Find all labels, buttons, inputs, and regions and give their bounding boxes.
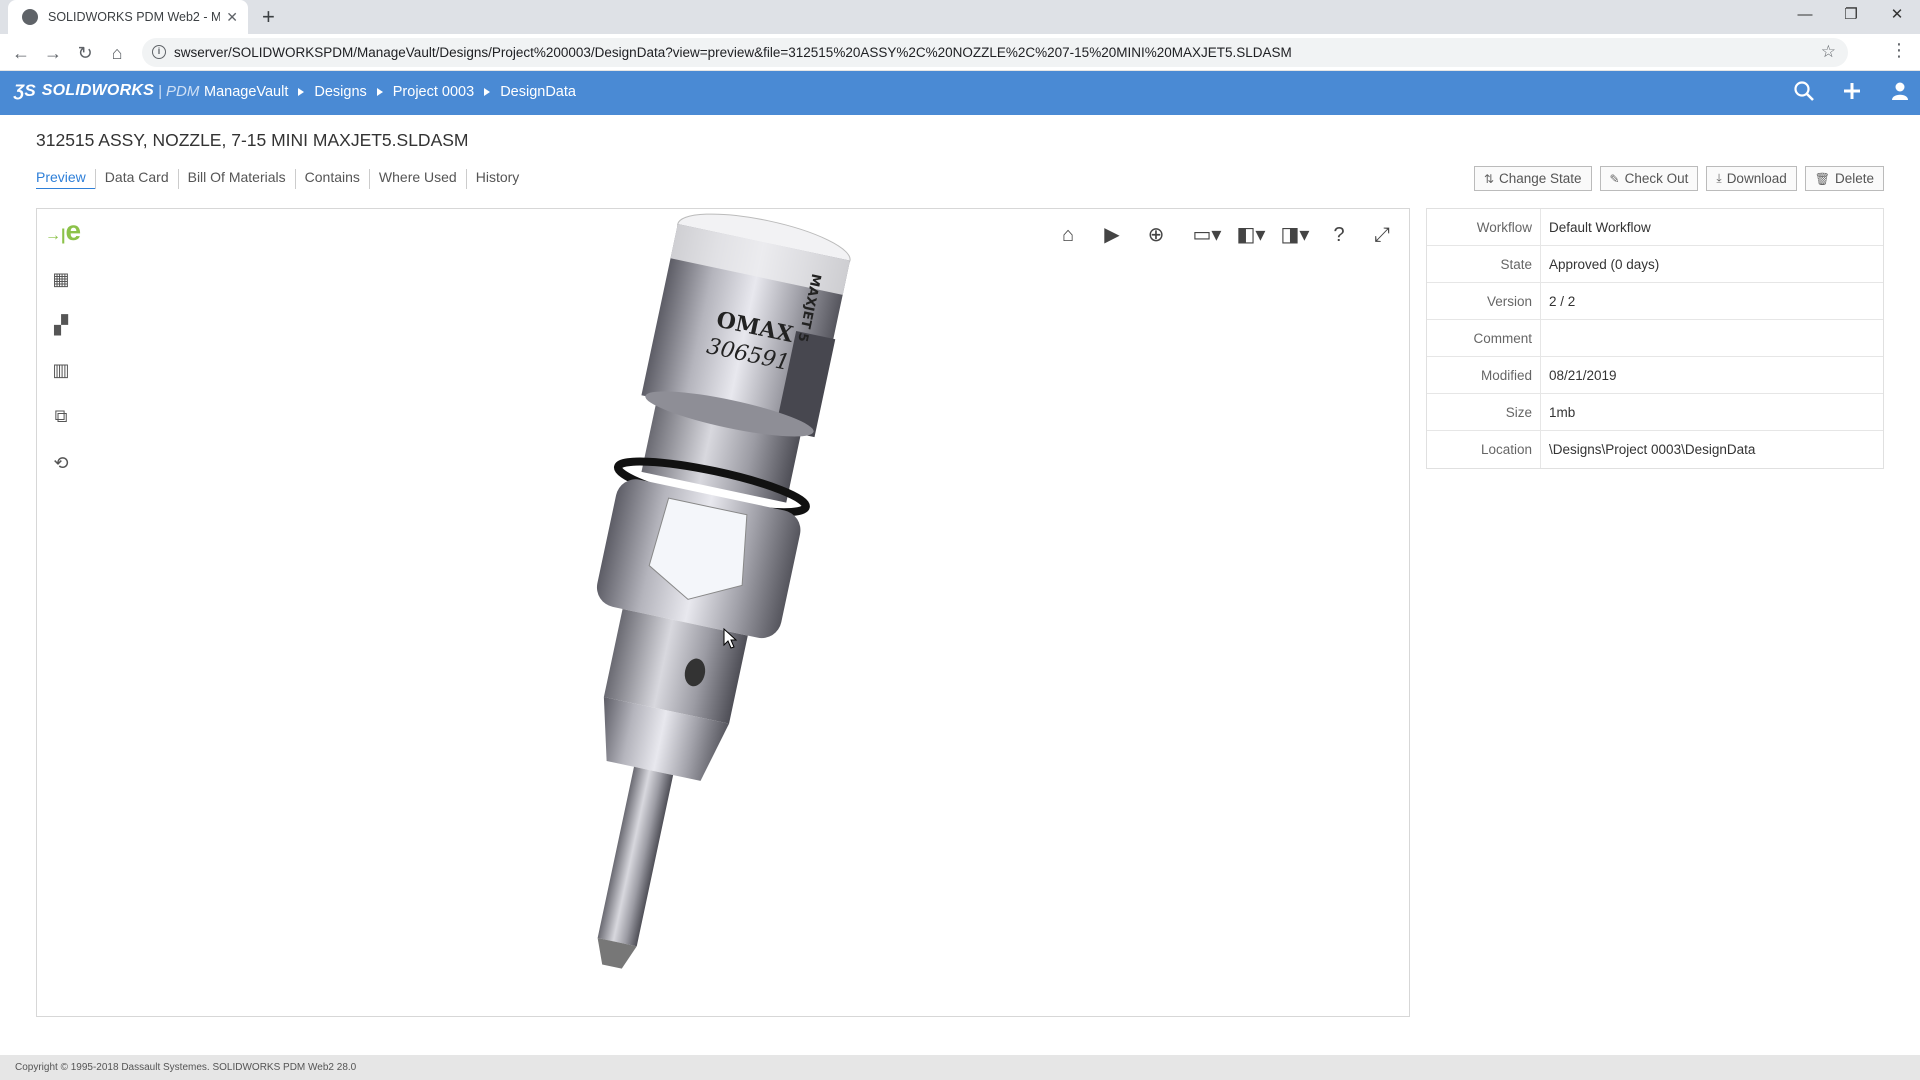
browser-tabstrip: SOLIDWORKS PDM Web2 - Man ✕ + — ❐ ✕ bbox=[0, 0, 1920, 34]
breadcrumb-item[interactable]: Designs bbox=[314, 84, 366, 100]
brand-suffix: | PDM bbox=[157, 82, 200, 100]
property-value: Approved (0 days) bbox=[1549, 257, 1660, 272]
property-row-state: State Approved (0 days) bbox=[1427, 246, 1883, 283]
minimize-icon[interactable]: — bbox=[1782, 0, 1828, 30]
view-tabs: Preview Data Card Bill Of Materials Cont… bbox=[36, 169, 528, 189]
user-icon[interactable] bbox=[1886, 80, 1914, 108]
bookmark-star-icon[interactable]: ☆ bbox=[1821, 42, 1836, 62]
copyright-text: Copyright © 1995-2018 Dassault Systemes.… bbox=[15, 1062, 357, 1073]
favicon-icon bbox=[22, 9, 38, 25]
property-key: Size bbox=[1427, 394, 1541, 430]
page-title: 312515 ASSY, NOZZLE, 7-15 MINI MAXJET5.S… bbox=[36, 130, 469, 150]
breadcrumb-separator-icon bbox=[484, 88, 491, 96]
download-button[interactable]: ⤓ Download bbox=[1706, 166, 1797, 191]
property-key: Location bbox=[1427, 431, 1541, 468]
home-icon[interactable]: ⌂ bbox=[104, 40, 130, 66]
download-label: Download bbox=[1726, 171, 1787, 186]
property-value bbox=[1541, 320, 1549, 356]
forward-icon[interactable]: → bbox=[40, 40, 66, 66]
address-bar[interactable]: i swserver/SOLIDWORKSPDM/ManageVault/Des… bbox=[142, 38, 1848, 67]
workflow-icon: ⇅ bbox=[1483, 171, 1494, 186]
property-key: Version bbox=[1427, 283, 1541, 319]
property-row-modified: Modified 08/21/2019 bbox=[1427, 357, 1883, 394]
property-row-location: Location \Designs\Project 0003\DesignDat… bbox=[1427, 431, 1883, 468]
property-key: State bbox=[1427, 246, 1541, 282]
browser-tab-title: SOLIDWORKS PDM Web2 - Man bbox=[48, 10, 221, 24]
property-row-comment: Comment bbox=[1427, 320, 1883, 357]
trash-icon: 🗑 bbox=[1814, 171, 1830, 186]
property-value: 1mb bbox=[1549, 405, 1576, 420]
delete-button[interactable]: 🗑 Delete bbox=[1804, 166, 1884, 191]
browser-tab[interactable]: SOLIDWORKS PDM Web2 - Man ✕ bbox=[8, 0, 248, 34]
url-text[interactable]: swserver/SOLIDWORKSPDM/ManageVault/Desig… bbox=[174, 45, 1292, 60]
breadcrumb: ManageVault Designs Project 0003 DesignD… bbox=[204, 84, 576, 100]
change-state-label: Change State bbox=[1498, 171, 1582, 186]
breadcrumb-separator-icon bbox=[298, 88, 305, 96]
tab-history[interactable]: History bbox=[465, 169, 529, 189]
check-out-icon: ✎ bbox=[1609, 171, 1620, 186]
delete-label: Delete bbox=[1834, 171, 1874, 186]
tab-preview[interactable]: Preview bbox=[36, 169, 95, 189]
back-icon[interactable]: ← bbox=[8, 40, 34, 66]
change-state-button[interactable]: ⇅ Change State bbox=[1473, 166, 1592, 191]
property-key: Workflow bbox=[1427, 209, 1541, 245]
property-value: \Designs\Project 0003\DesignData bbox=[1549, 442, 1756, 457]
action-toolbar: ⇅ Change State ✎ Check Out ⤓ Download 🗑 … bbox=[1473, 166, 1884, 191]
restore-icon[interactable]: ❐ bbox=[1828, 0, 1874, 30]
browser-toolbar: ← → ↻ ⌂ i swserver/SOLIDWORKSPDM/ManageV… bbox=[0, 34, 1920, 71]
brand-name: SOLIDWORKS bbox=[41, 82, 154, 99]
breadcrumb-separator-icon bbox=[376, 88, 383, 96]
solidworks-logo[interactable]: ƷS SOLIDWORKS | PDM bbox=[14, 81, 199, 101]
breadcrumb-item[interactable]: ManageVault bbox=[204, 84, 288, 100]
property-row-version: Version 2 / 2 bbox=[1427, 283, 1883, 320]
window-close-icon[interactable]: ✕ bbox=[1874, 0, 1920, 30]
browser-menu-icon[interactable]: ⋮ bbox=[1890, 40, 1908, 61]
close-icon[interactable]: ✕ bbox=[226, 9, 238, 26]
tab-contains[interactable]: Contains bbox=[294, 169, 369, 189]
property-key: Modified bbox=[1427, 357, 1541, 393]
property-value: Default Workflow bbox=[1549, 220, 1651, 235]
property-value: 08/21/2019 bbox=[1549, 368, 1617, 383]
reload-icon[interactable]: ↻ bbox=[72, 40, 98, 66]
model-3d-preview[interactable]: OMAX 306591 MAXJET 5 bbox=[37, 209, 1409, 1016]
check-out-label: Check Out bbox=[1624, 171, 1689, 186]
ds-logo-icon: ƷS bbox=[14, 81, 36, 100]
new-tab-icon[interactable]: + bbox=[262, 4, 275, 30]
property-value: 2 / 2 bbox=[1549, 294, 1576, 309]
search-icon[interactable] bbox=[1790, 80, 1818, 108]
preview-viewer[interactable]: →|e ▦ ▞ ▥ ⧉ ⟲ ⌂ ▶ ⊕ ▭▾ ◧▾ ◨▾ ? ⤢ OMAX 30… bbox=[36, 208, 1410, 1017]
add-icon[interactable] bbox=[1838, 80, 1866, 108]
tab-bill-of-materials[interactable]: Bill Of Materials bbox=[177, 169, 295, 189]
footer: Copyright © 1995-2018 Dassault Systemes.… bbox=[0, 1055, 1920, 1080]
app-header: ƷS SOLIDWORKS | PDM ManageVault Designs … bbox=[0, 71, 1920, 115]
breadcrumb-item[interactable]: DesignData bbox=[500, 84, 576, 100]
property-row-size: Size 1mb bbox=[1427, 394, 1883, 431]
breadcrumb-item[interactable]: Project 0003 bbox=[393, 84, 474, 100]
info-icon[interactable]: i bbox=[152, 45, 166, 59]
download-icon: ⤓ bbox=[1716, 171, 1722, 185]
tab-data-card[interactable]: Data Card bbox=[94, 169, 178, 189]
check-out-button[interactable]: ✎ Check Out bbox=[1599, 166, 1699, 191]
property-row-workflow: Workflow Default Workflow bbox=[1427, 209, 1883, 246]
property-key: Comment bbox=[1427, 320, 1541, 356]
properties-panel: Workflow Default Workflow State Approved… bbox=[1426, 208, 1884, 469]
tab-where-used[interactable]: Where Used bbox=[368, 169, 466, 189]
